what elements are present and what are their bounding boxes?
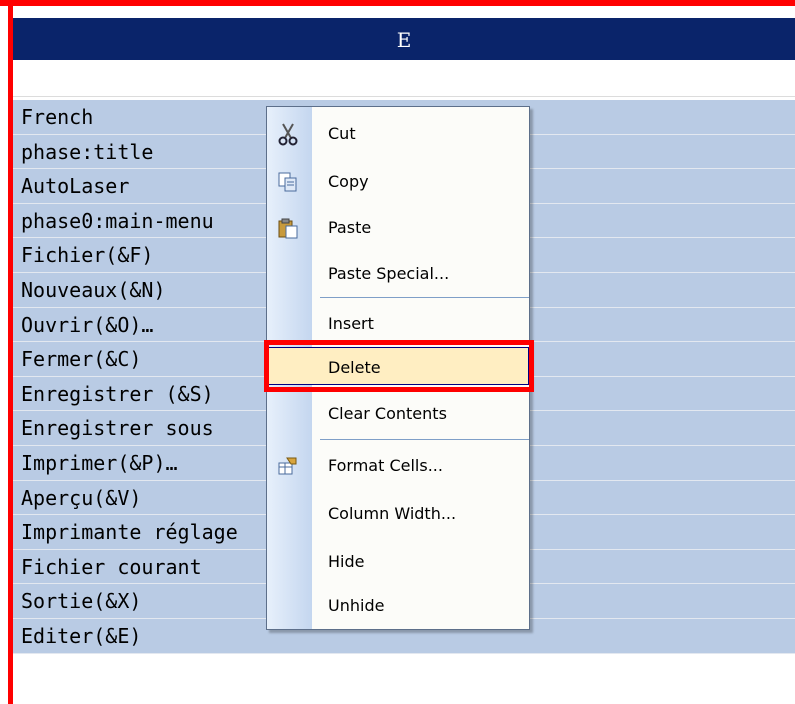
menu-item-cut[interactable]: Cut xyxy=(267,111,529,157)
menu-item-label: Copy xyxy=(328,172,369,191)
menu-item-label: Clear Contents xyxy=(328,404,447,423)
menu-item-label: Paste xyxy=(328,218,372,237)
paste-icon xyxy=(275,215,301,241)
annotation-highlight-delete xyxy=(264,340,534,392)
format-cells-icon xyxy=(275,453,301,479)
copy-icon xyxy=(275,169,301,195)
menu-item-paste[interactable]: Paste xyxy=(267,205,529,251)
menu-item-label: Format Cells... xyxy=(328,456,443,475)
menu-separator xyxy=(320,439,529,440)
menu-item-label: Hide xyxy=(328,552,365,571)
menu-item-unhide[interactable]: Unhide xyxy=(267,583,529,629)
scissors-icon xyxy=(275,121,301,147)
menu-item-paste-special[interactable]: Paste Special... xyxy=(267,251,529,297)
menu-item-format-cells[interactable]: Format Cells... xyxy=(267,443,529,489)
menu-item-label: Cut xyxy=(328,124,356,143)
column-header-e[interactable]: E xyxy=(13,17,795,61)
menu-item-hide[interactable]: Hide xyxy=(267,539,529,585)
menu-item-copy[interactable]: Copy xyxy=(267,159,529,205)
annotation-frame-top xyxy=(0,0,795,6)
menu-item-column-width[interactable]: Column Width... xyxy=(267,491,529,537)
empty-cell-row[interactable] xyxy=(13,60,795,97)
menu-separator xyxy=(320,297,529,298)
column-header-label: E xyxy=(396,27,412,52)
menu-item-label: Column Width... xyxy=(328,504,457,523)
menu-item-label: Paste Special... xyxy=(328,264,450,283)
menu-item-clear-contents[interactable]: Clear Contents xyxy=(267,391,529,437)
menu-item-label: Unhide xyxy=(328,596,385,615)
